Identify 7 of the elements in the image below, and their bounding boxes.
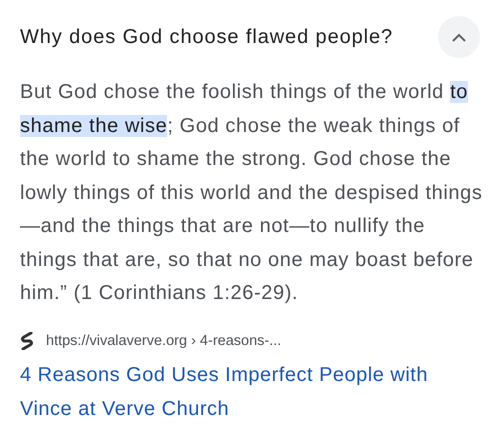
answer-paragraph: But God chose the foolish things of the world to shame the wise; God chose the weak things of the world to shame the strong. God chose the lowly things of this world and the despised things—and the things that are not—to nullify the things that are, so that no one may boast before him.” (1 Corinthians 1:26-29). xyxy=(20,80,484,306)
result-title-link[interactable]: 4 Reasons God Uses Imperfect People with Vince at Verve Church xyxy=(20,358,450,424)
source-url: https://vivalaverve.org › 4-reasons-... xyxy=(46,332,282,350)
collapse-button[interactable] xyxy=(438,16,480,58)
site-logo-icon xyxy=(20,332,34,350)
question-text: Why does God choose flawed people? xyxy=(20,25,394,50)
chevron-up-icon xyxy=(452,32,466,42)
